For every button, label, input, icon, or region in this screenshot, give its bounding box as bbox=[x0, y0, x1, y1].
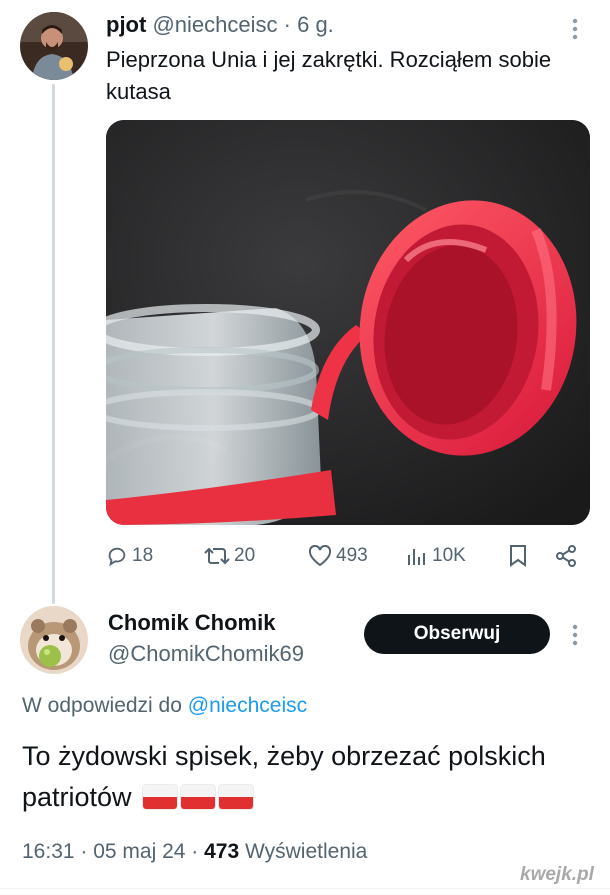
more-vertical-icon[interactable] bbox=[560, 620, 590, 650]
reply-views-label: Wyświetlenia bbox=[245, 840, 368, 863]
reply-action[interactable]: 18 bbox=[106, 541, 153, 571]
reply-context-mention[interactable]: @niechceisc bbox=[188, 694, 307, 717]
retweet-count: 20 bbox=[234, 545, 256, 566]
reply-count: 18 bbox=[132, 545, 154, 566]
tweet-text: Pieprzona Unia i jej zakrętki. Rozciąłem… bbox=[106, 47, 552, 104]
author-handle[interactable]: @niechceisc bbox=[152, 12, 277, 37]
reply-context-prefix: W odpowiedzi do bbox=[22, 694, 182, 717]
reply-meta: 16:31 · 05 maj 24 · 473 Wyświetlenia bbox=[22, 840, 367, 864]
reply-timestamp[interactable]: 16:31 · 05 maj 24 · bbox=[22, 840, 198, 863]
more-vertical-icon[interactable] bbox=[560, 14, 590, 44]
reply-text: To żydowski spisek, żeby obrzezać polski… bbox=[22, 741, 546, 812]
tweet-header: pjot @niechceisc · 6 g. bbox=[106, 12, 334, 38]
tweet-timestamp[interactable]: 6 g. bbox=[297, 12, 334, 37]
analytics-icon bbox=[408, 549, 425, 565]
tweet-actions: 18 20 493 10K bbox=[106, 541, 586, 571]
poland-flag-icon bbox=[219, 785, 254, 809]
share-icon bbox=[556, 545, 576, 567]
reply-context: W odpowiedzi do @niechceisc bbox=[22, 694, 307, 718]
share-action[interactable] bbox=[554, 541, 578, 571]
retweet-icon bbox=[204, 547, 230, 565]
views-action[interactable]: 10K bbox=[406, 541, 466, 571]
poland-flag-icon bbox=[181, 785, 216, 809]
reply-author-handle[interactable]: @ChomikChomik69 bbox=[108, 641, 304, 667]
follow-button[interactable]: Obserwuj bbox=[364, 614, 550, 654]
site-watermark: kwejk.pl bbox=[520, 864, 594, 885]
bookmark-icon bbox=[510, 545, 526, 567]
like-count: 493 bbox=[336, 545, 368, 566]
divider bbox=[0, 888, 610, 889]
reply-text-block: To żydowski spisek, żeby obrzezać polski… bbox=[22, 736, 582, 818]
heart-icon bbox=[308, 545, 332, 567]
poland-flag-icon bbox=[143, 785, 178, 809]
like-action[interactable]: 493 bbox=[308, 541, 368, 571]
author-avatar[interactable] bbox=[20, 12, 88, 80]
views-count: 10K bbox=[432, 545, 466, 566]
retweet-action[interactable]: 20 bbox=[204, 541, 255, 571]
tweet-photo[interactable] bbox=[106, 120, 590, 525]
thread-connector-line bbox=[52, 84, 55, 604]
reply-author-avatar[interactable] bbox=[20, 606, 88, 674]
bookmark-action[interactable] bbox=[508, 541, 528, 571]
header-separator: · bbox=[283, 12, 291, 37]
author-name[interactable]: pjot bbox=[106, 12, 146, 37]
reply-icon bbox=[108, 547, 126, 567]
reply-views-count: 473 bbox=[204, 840, 240, 863]
reply-author-name[interactable]: Chomik Chomik bbox=[108, 610, 275, 636]
